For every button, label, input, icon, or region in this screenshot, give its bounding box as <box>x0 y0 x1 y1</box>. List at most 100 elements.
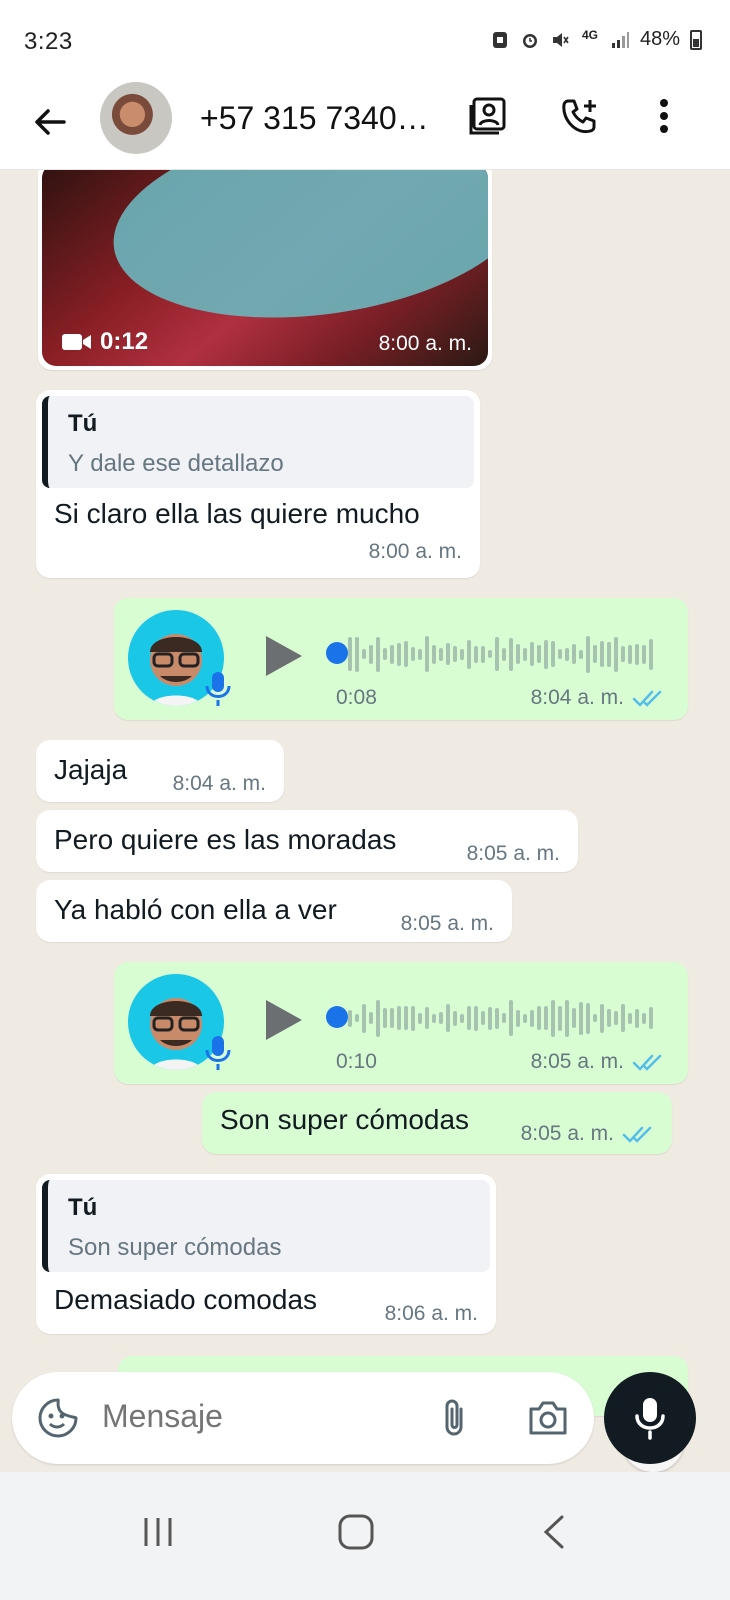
waveform-bar <box>579 649 583 659</box>
waveform-bar <box>516 644 520 664</box>
message-time: 8:04 a. m. <box>530 686 624 709</box>
waveform-bar <box>530 642 534 666</box>
waveform-bar <box>530 1009 534 1027</box>
waveform-bar <box>355 1014 359 1022</box>
contact-avatar[interactable] <box>100 82 172 154</box>
waveform-bar <box>607 1009 611 1027</box>
waveform-bar <box>383 1008 387 1028</box>
waveform-bar <box>362 649 366 659</box>
waveform-bar <box>362 1003 366 1033</box>
waveform-bar <box>425 636 429 672</box>
status-icons: 4G 48% <box>490 28 702 51</box>
voice-message[interactable]: 0:08 8:04 a. m. <box>114 598 688 720</box>
waveform-bar <box>642 1012 646 1024</box>
sticker-icon[interactable] <box>34 1394 82 1442</box>
waveform-bar <box>621 1004 625 1032</box>
waveform-bar <box>614 1011 618 1025</box>
text-message[interactable]: Pero quiere es las moradas 8:05 a. m. <box>36 810 578 872</box>
quoted-message[interactable]: Tú Son super cómodas <box>42 1180 490 1272</box>
signal-icon <box>611 31 629 48</box>
message-meta: 8:05 a. m. <box>521 1122 656 1146</box>
chat-area[interactable]: 0:12 8:00 a. m. Tú Y dale ese detallazo … <box>0 170 730 1510</box>
waveform-bar <box>460 648 464 660</box>
attach-icon[interactable] <box>430 1394 478 1442</box>
mute-icon <box>552 32 569 47</box>
waveform-bar <box>404 1006 408 1030</box>
recent-apps-button[interactable] <box>128 1502 188 1562</box>
waveform-bar <box>544 1006 548 1030</box>
waveform-bar <box>355 636 359 672</box>
waveform-bar <box>649 638 653 670</box>
waveform-bar <box>614 636 618 672</box>
play-icon[interactable] <box>264 998 304 1042</box>
waveform-bar <box>418 1012 422 1024</box>
waveform-bar <box>390 644 394 664</box>
waveform-bar <box>551 999 555 1037</box>
message-composer <box>12 1372 594 1464</box>
recents-icon <box>144 1518 172 1546</box>
back-button[interactable] <box>524 1502 584 1562</box>
play-icon[interactable] <box>264 634 304 678</box>
back-arrow-icon[interactable] <box>28 100 72 144</box>
waveform-bar <box>495 637 499 671</box>
waveform-bar <box>642 644 646 664</box>
waveform-bar <box>509 637 513 671</box>
quote-author: Tú <box>68 410 98 437</box>
quote-text: Y dale ese detallazo <box>68 450 284 477</box>
waveform-bar <box>537 645 541 663</box>
system-nav-bar <box>0 1472 730 1600</box>
waveform-bar <box>446 1004 450 1032</box>
message-text: Ya habló con ella a ver <box>54 894 337 925</box>
text-message[interactable]: Ya habló con ella a ver 8:05 a. m. <box>36 880 512 942</box>
waveform-bar <box>565 647 569 661</box>
message-time: 8:04 a. m. <box>172 772 266 795</box>
waveform-bar <box>593 645 597 663</box>
waveform-bar <box>453 1010 457 1026</box>
waveform[interactable] <box>348 998 653 1038</box>
waveform-bar <box>600 1003 604 1033</box>
waveform-bar <box>523 1013 527 1023</box>
video-message[interactable]: 0:12 8:00 a. m. <box>38 170 492 370</box>
playback-position[interactable] <box>326 1006 348 1028</box>
waveform-bar <box>572 644 576 664</box>
mic-badge-icon <box>205 1036 231 1070</box>
waveform-bar <box>418 648 422 660</box>
sim-icon <box>492 31 507 48</box>
more-options-icon[interactable] <box>640 92 688 140</box>
reply-message[interactable]: Tú Son super cómodas Demasiado comodas 8… <box>36 1174 496 1334</box>
home-button[interactable] <box>326 1502 386 1562</box>
quoted-message[interactable]: Tú Y dale ese detallazo <box>42 396 474 488</box>
waveform-bar <box>593 1014 597 1022</box>
chat-header: +57 315 7340… <box>0 78 730 170</box>
waveform-bar <box>369 644 373 664</box>
waveform-bar <box>537 1006 541 1030</box>
message-input[interactable] <box>102 1398 422 1435</box>
video-thumbnail[interactable]: 0:12 8:00 a. m. <box>42 170 488 366</box>
contact-name[interactable]: +57 315 7340… <box>200 100 429 137</box>
voice-record-button[interactable] <box>604 1372 696 1464</box>
playback-position[interactable] <box>326 642 348 664</box>
voice-message[interactable]: 0:10 8:05 a. m. <box>114 962 688 1084</box>
waveform-bar <box>467 1006 471 1030</box>
add-call-icon[interactable] <box>556 92 604 140</box>
waveform[interactable] <box>348 634 653 674</box>
text-message[interactable]: Son super cómodas 8:05 a. m. <box>202 1092 672 1154</box>
waveform-bar <box>348 637 352 671</box>
voice-duration: 0:08 <box>336 686 377 709</box>
waveform-bar <box>474 645 478 663</box>
message-time: 8:00 a. m. <box>378 332 472 355</box>
reply-message[interactable]: Tú Y dale ese detallazo Si claro ella la… <box>36 390 480 578</box>
message-text: Pero quiere es las moradas <box>54 824 397 855</box>
waveform-bar <box>474 1005 478 1031</box>
waveform-bar <box>600 641 604 667</box>
text-message[interactable]: Jajaja 8:04 a. m. <box>36 740 284 802</box>
contact-card-icon[interactable] <box>464 92 512 140</box>
waveform-bar <box>607 641 611 667</box>
video-content <box>100 170 488 343</box>
waveform-bar <box>411 1005 415 1031</box>
camera-icon[interactable] <box>524 1394 572 1442</box>
waveform-bar <box>586 1002 590 1034</box>
waveform-bar <box>481 1011 485 1025</box>
read-ticks-icon <box>632 1054 662 1071</box>
waveform-bar <box>635 643 639 665</box>
